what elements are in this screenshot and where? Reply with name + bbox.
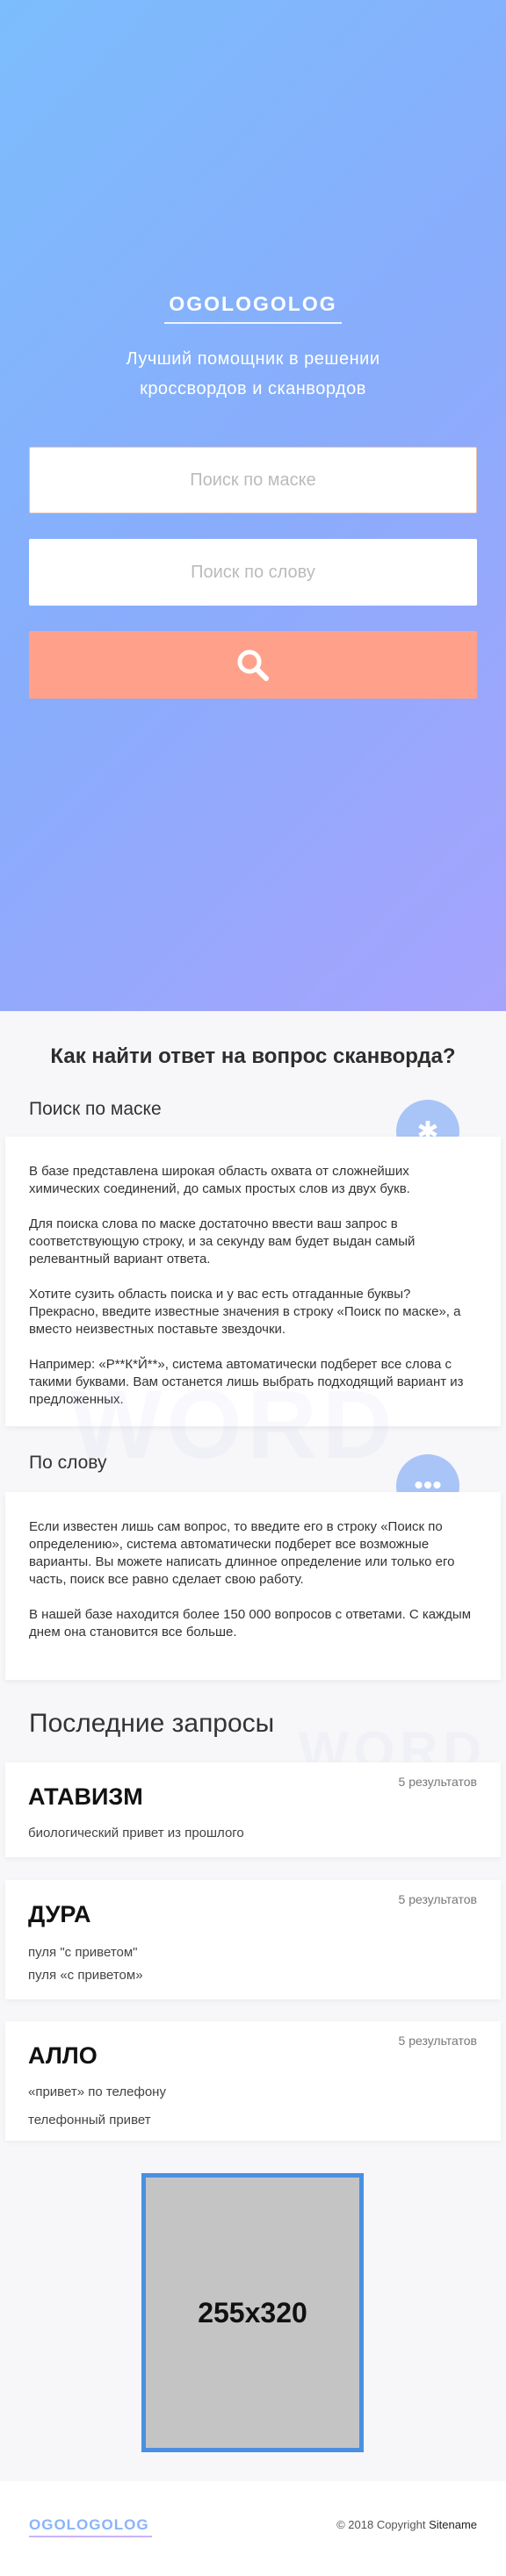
result-word[interactable]: АТАВИЗМ: [28, 1783, 143, 1811]
footer-logo-underline: [29, 2536, 152, 2537]
result-count: 5 результатов: [398, 1892, 477, 1906]
tagline: Лучший помощник в решении кроссвордов и …: [77, 344, 429, 404]
mask-subtitle: Поиск по маске: [29, 1099, 162, 1119]
result-definition: пуля "с приветом": [28, 1945, 138, 1960]
howto-title: Как найти ответ на вопрос сканворда?: [50, 1044, 456, 1068]
ad-banner[interactable]: 255x320: [141, 2173, 364, 2452]
tagline-line-1: Лучший помощник в решении: [126, 349, 380, 369]
result-count: 5 результатов: [398, 2034, 477, 2048]
search-icon: [237, 649, 269, 681]
recent-title: Последние запросы: [29, 1709, 275, 1738]
footer: OGOLOGOLOG © 2018 Copyright Sitename: [0, 2481, 506, 2576]
sitename-link[interactable]: Sitename: [429, 2518, 477, 2531]
mask-paragraph: Хотите сузить область поиска и у вас ест…: [29, 1287, 461, 1337]
search-button[interactable]: [29, 631, 477, 699]
mask-search-input[interactable]: Поиск по маске: [29, 447, 477, 513]
result-definition: пуля «с приветом»: [28, 1968, 143, 1983]
footer-logo[interactable]: OGOLOGOLOG: [29, 2516, 149, 2534]
result-definition: телефонный привет: [28, 2113, 151, 2128]
tagline-line-2: кроссвордов и сканвордов: [140, 379, 366, 398]
result-word[interactable]: ДУРА: [28, 1901, 91, 1928]
result-card[interactable]: 5 результатов ДУРА пуля "с приветом" пул…: [5, 1880, 501, 1999]
result-word[interactable]: АЛЛО: [28, 2042, 98, 2070]
result-card[interactable]: 5 результатов АТАВИЗМ биологический прив…: [5, 1762, 501, 1857]
logo-underline: [164, 322, 342, 324]
result-count: 5 результатов: [398, 1775, 477, 1789]
background-word: WORD: [70, 1371, 398, 1479]
copyright-text: © 2018 Copyright: [336, 2518, 426, 2531]
word-subtitle: По слову: [29, 1453, 107, 1473]
word-paragraph: Если известен лишь сам вопрос, то введит…: [29, 1519, 455, 1587]
result-definition: биологический привет из прошлого: [28, 1826, 244, 1841]
word-paragraph: В нашей базе находится более 150 000 воп…: [29, 1607, 472, 1640]
word-search-input[interactable]: Поиск по слову: [29, 539, 477, 606]
word-info-card: Если известен лишь сам вопрос, то введит…: [5, 1492, 501, 1680]
copyright: © 2018 Copyright Sitename: [336, 2518, 477, 2531]
mask-paragraph: В базе представлена широкая область охва…: [29, 1164, 410, 1196]
result-definition: «привет» по телефону: [28, 2084, 166, 2099]
result-card[interactable]: 5 результатов АЛЛО «привет» по телефону …: [5, 2021, 501, 2141]
hero-section: OGOLOGOLOG Лучший помощник в решении кро…: [0, 0, 506, 1011]
logo[interactable]: OGOLOGOLOG: [0, 292, 506, 316]
mask-paragraph: Для поиска слова по маске достаточно вве…: [29, 1216, 416, 1266]
